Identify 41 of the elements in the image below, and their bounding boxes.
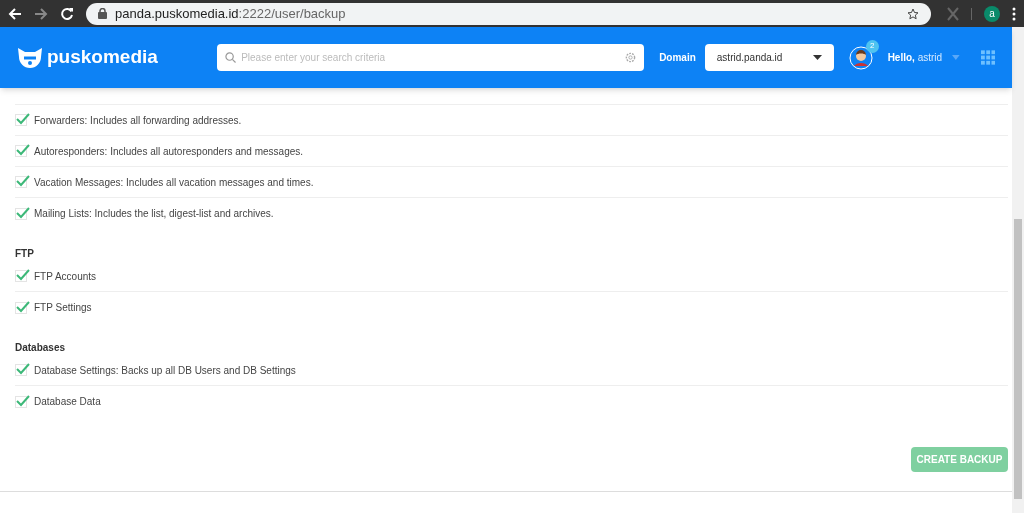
star-icon[interactable]: [907, 7, 919, 20]
checkbox-label: Mailing Lists: Includes the list, digest-list and archives.: [34, 207, 274, 221]
checkbox-label: Vacation Messages: Includes all vacation messages and times.: [34, 175, 314, 190]
domain-label: Domain: [659, 51, 696, 65]
address-bar[interactable]: panda.puskomedia.id:2222/user/backup: [86, 2, 931, 25]
checkbox-label: FTP Settings: [34, 301, 92, 315]
checkbox-label: Autoresponders: Includes all autoresponders and messages.: [34, 144, 304, 159]
checkbox-label: Database Data: [34, 395, 101, 409]
scrollbar[interactable]: [1012, 27, 1024, 513]
search-icon: [225, 52, 237, 63]
checkbox[interactable]: [15, 364, 27, 376]
greeting-text: Hello, astrid: [887, 51, 943, 65]
checkbox-label: Database Settings: Backs up all DB Users and DB Settings: [34, 363, 296, 378]
section-heading: FTP: [15, 247, 34, 261]
checkbox[interactable]: [15, 114, 27, 126]
checkbox[interactable]: [15, 301, 27, 314]
settings-icon[interactable]: [625, 52, 637, 63]
url-text: panda.puskomedia.id:2222/user/backup: [115, 4, 347, 23]
checkbox[interactable]: [15, 207, 27, 220]
checkbox-label: FTP Accounts: [34, 269, 97, 284]
profile-avatar[interactable]: a: [984, 5, 1000, 22]
reload-icon[interactable]: [60, 6, 74, 21]
domain-select[interactable]: astrid.panda.id: [704, 44, 834, 71]
checkbox[interactable]: [15, 176, 27, 188]
lock-icon: [98, 8, 107, 19]
avatar-icon[interactable]: [848, 45, 873, 70]
checkbox-label: Forwarders: Includes all forwarding addresses.: [34, 113, 242, 128]
logo-icon: [17, 46, 43, 69]
search-field[interactable]: Please enter your search criteria: [217, 44, 645, 71]
logo-text: puskomedia: [47, 45, 158, 70]
apps-grid-icon[interactable]: [980, 50, 995, 65]
notification-badge: 2: [865, 39, 879, 53]
caret-icon[interactable]: [952, 55, 960, 60]
forward-icon[interactable]: [34, 6, 48, 21]
section-heading: Databases: [15, 341, 66, 355]
menu-icon[interactable]: [1012, 6, 1016, 21]
checkbox[interactable]: [15, 395, 27, 408]
checkbox[interactable]: [15, 145, 27, 157]
caret-icon: [812, 55, 822, 60]
checkbox[interactable]: [15, 270, 27, 282]
back-icon[interactable]: [8, 6, 22, 21]
